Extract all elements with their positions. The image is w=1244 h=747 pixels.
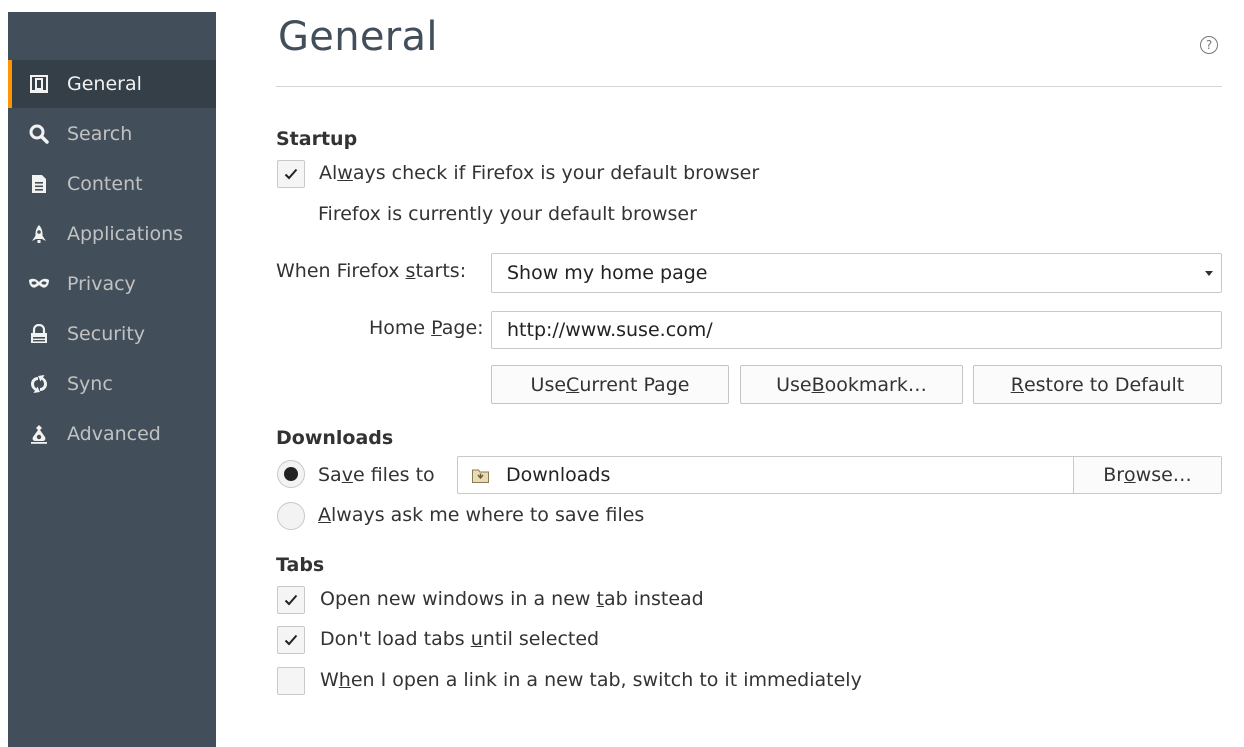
switch-to-tab-checkbox[interactable] [277,667,305,695]
save-files-to-label: Save files to [318,464,435,486]
sidebar-item-applications[interactable]: Applications [8,210,216,258]
advanced-icon [28,423,50,445]
default-browser-checkbox[interactable] [277,160,305,188]
sidebar-item-label: Security [67,323,146,345]
use-bookmark-button[interactable]: Use Bookmark… [740,365,963,404]
radio-selected-dot [284,467,298,481]
open-new-windows-checkbox[interactable] [277,586,305,614]
default-browser-status: Firefox is currently your default browse… [318,203,697,225]
sync-icon [28,373,50,395]
download-folder-value: Downloads [506,464,611,486]
general-icon [28,73,50,95]
downloads-header: Downloads [276,427,394,449]
checkmark-icon [284,634,298,646]
security-icon [28,323,50,345]
sidebar-item-label: Privacy [67,273,136,295]
open-new-windows-label: Open new windows in a new tab instead [320,588,704,610]
sidebar: General Search Content Applications Priv… [8,12,216,747]
sidebar-item-label: Search [67,123,133,145]
when-starts-select[interactable]: Show my home page [491,253,1222,293]
always-ask-radio[interactable] [277,502,305,530]
use-current-page-button[interactable]: Use Current Page [491,365,729,404]
applications-icon [28,223,50,245]
sidebar-item-privacy[interactable]: Privacy [8,260,216,308]
home-page-input[interactable] [491,311,1222,349]
checkmark-icon [284,594,298,606]
sidebar-item-security[interactable]: Security [8,310,216,358]
page-title: General [278,14,438,60]
sidebar-item-label: Sync [67,373,113,395]
sidebar-item-advanced[interactable]: Advanced [8,410,216,458]
home-page-label: Home Page: [369,317,484,339]
folder-icon [472,469,489,483]
dropdown-arrow-icon [1205,271,1213,276]
default-browser-check-label: Always check if Firefox is your default … [319,162,760,184]
sidebar-item-label: Advanced [67,423,161,445]
sidebar-item-content[interactable]: Content [8,160,216,208]
when-starts-label: When Firefox starts: [276,260,467,282]
main-panel: General ? Startup Always check if Firefo… [276,0,1222,747]
checkmark-icon [284,168,298,180]
sidebar-item-label: General [67,73,142,95]
content-icon [28,173,50,195]
sidebar-item-sync[interactable]: Sync [8,360,216,408]
download-folder-field: Downloads Br o wse… [457,456,1222,494]
dont-load-tabs-checkbox[interactable] [277,626,305,654]
tabs-header: Tabs [276,554,325,576]
sidebar-item-general[interactable]: General [8,60,216,108]
sidebar-item-label: Applications [67,223,184,245]
dont-load-tabs-label: Don't load tabs until selected [320,628,600,650]
startup-header: Startup [276,128,358,150]
switch-to-tab-label: When I open a link in a new tab, switch … [320,669,862,691]
sidebar-item-label: Content [67,173,143,195]
browse-button[interactable]: Br o wse… [1073,457,1221,493]
when-starts-value: Show my home page [507,262,708,284]
title-divider [276,86,1222,87]
sidebar-item-search[interactable]: Search [8,110,216,158]
restore-to-default-button[interactable]: Restore to Default [973,365,1222,404]
help-icon[interactable]: ? [1200,36,1218,54]
always-ask-label: Always ask me where to save files [318,504,645,526]
save-files-to-radio[interactable] [277,460,305,488]
privacy-icon [28,273,50,295]
search-icon [28,123,50,145]
